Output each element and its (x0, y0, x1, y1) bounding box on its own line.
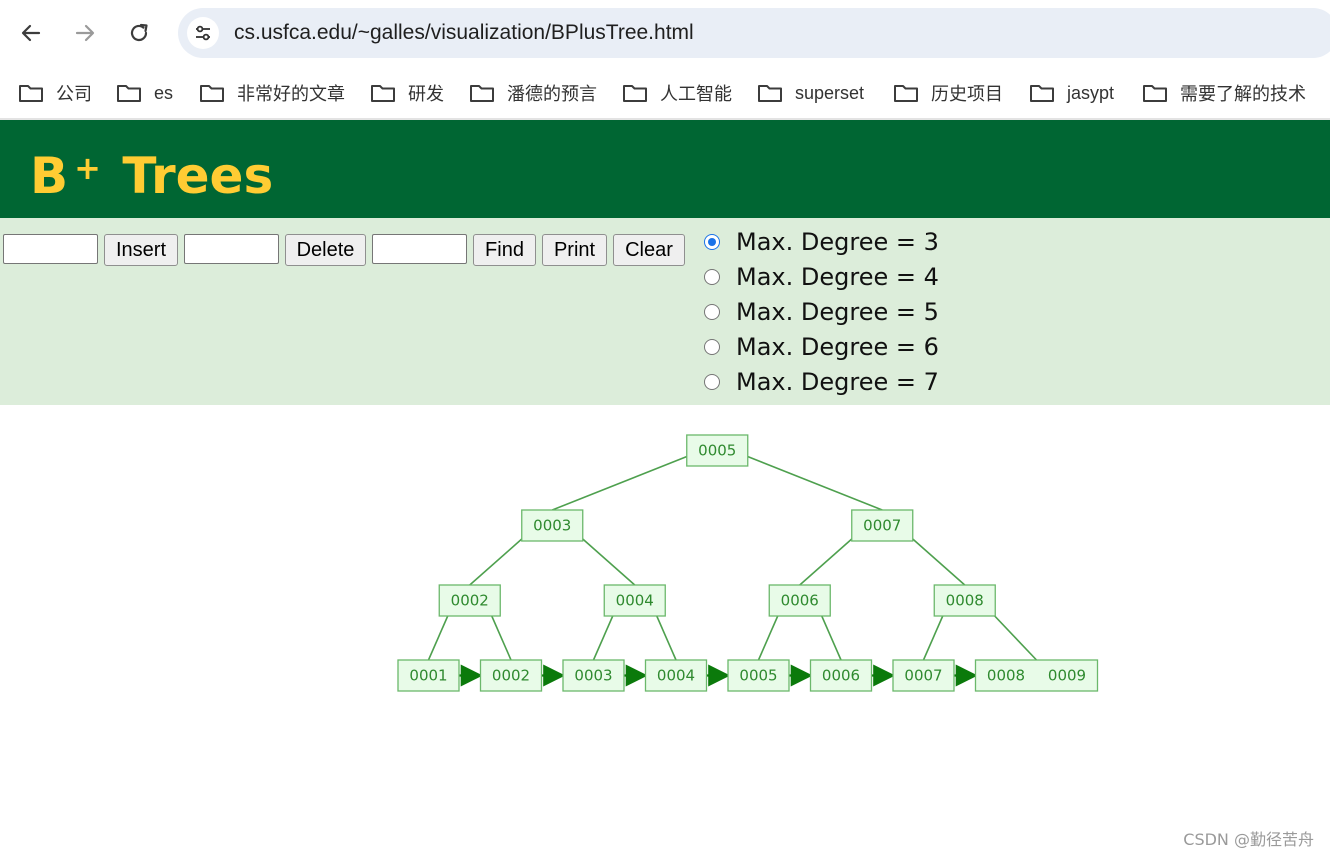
back-arrow-icon (21, 24, 41, 42)
degree-option-3[interactable]: Max. Degree = 3 (704, 226, 939, 258)
node-key: 0008 (946, 592, 984, 610)
bookmark-label: 公司 (56, 84, 92, 104)
node-key: 0007 (904, 667, 942, 685)
back-button[interactable] (12, 14, 50, 52)
bookmark-label: 研发 (408, 84, 444, 104)
title-trees: Trees (122, 147, 274, 205)
folder-icon (470, 85, 494, 102)
folder-icon (623, 85, 647, 102)
delete-button[interactable]: Delete (285, 234, 366, 266)
node-key: 0006 (781, 592, 819, 610)
bookmark-folder[interactable]: 潘德的预言 (469, 78, 597, 108)
folder-icon (19, 85, 43, 102)
address-bar[interactable]: cs.usfca.edu/~galles/visualization/BPlus… (178, 8, 1330, 58)
node-key: 0006 (822, 667, 860, 685)
folder-icon (894, 85, 918, 102)
forward-button[interactable] (66, 14, 104, 52)
bookmark-label: 历史项目 (931, 84, 1003, 104)
bookmark-folder[interactable]: es (116, 78, 173, 108)
find-input[interactable] (372, 234, 467, 264)
degree-option-7[interactable]: Max. Degree = 7 (704, 366, 939, 398)
insert-button[interactable]: Insert (104, 234, 178, 266)
bookmark-folder[interactable]: superset (757, 78, 864, 108)
insert-input[interactable] (3, 234, 98, 264)
degree-label: Max. Degree = 3 (736, 228, 939, 256)
folder-icon (371, 85, 395, 102)
page-title: B + Trees (30, 148, 273, 204)
bookmarks-bar: 公司 es 非常好的文章 研发 潘德的预言 人工智能 superset 历史项目… (0, 68, 1330, 120)
bookmark-label: superset (795, 82, 865, 103)
bookmark-label: 人工智能 (660, 84, 732, 104)
node-key: 0003 (574, 667, 612, 685)
clear-button[interactable]: Clear (613, 234, 685, 266)
node-key: 0002 (451, 592, 489, 610)
node-key: 0004 (616, 592, 654, 610)
bplus-tree-canvas: 0005 0003 0007 0002 0004 0006 0008 0001 0002 0003… (397, 434, 1099, 692)
find-button[interactable]: Find (473, 234, 536, 266)
node-key: 0004 (657, 667, 695, 685)
node-key: 0007 (863, 517, 901, 535)
degree-option-5[interactable]: Max. Degree = 5 (704, 296, 939, 328)
folder-icon (200, 85, 224, 102)
degree-radio[interactable] (704, 304, 720, 320)
bookmark-folder[interactable]: jasypt (1029, 78, 1114, 108)
url-text: cs.usfca.edu/~galles/visualization/BPlus… (234, 21, 694, 44)
bookmark-label: 潘德的预言 (507, 84, 597, 104)
bookmark-label: 非常好的文章 (237, 84, 345, 104)
tree-edge (732, 449, 883, 511)
degree-label: Max. Degree = 6 (736, 333, 939, 361)
bookmark-folder[interactable]: 研发 (370, 78, 444, 108)
folder-icon (758, 85, 782, 102)
node-key: 0001 (409, 667, 447, 685)
bookmark-folder[interactable]: 公司 (18, 78, 92, 108)
node-key: 0009 (1048, 667, 1086, 685)
folder-icon (117, 85, 141, 102)
degree-radio[interactable] (704, 234, 720, 250)
degree-label: Max. Degree = 5 (736, 298, 939, 326)
forward-arrow-icon (75, 24, 95, 42)
print-button[interactable]: Print (542, 234, 607, 266)
bookmark-folder[interactable]: 需要了解的技术 (1142, 78, 1306, 108)
degree-radio[interactable] (704, 374, 720, 390)
node-key: 0005 (698, 442, 736, 460)
folder-icon (1143, 85, 1167, 102)
site-info-button[interactable] (187, 17, 219, 49)
bookmark-folder[interactable]: 历史项目 (893, 78, 1003, 108)
reload-button[interactable] (120, 14, 158, 52)
bookmark-label: jasypt (1067, 82, 1115, 103)
tune-icon (196, 25, 210, 41)
title-plus: + (74, 149, 101, 187)
reload-icon (130, 23, 148, 42)
degree-label: Max. Degree = 7 (736, 368, 939, 396)
degree-radio[interactable] (704, 339, 720, 355)
degree-option-6[interactable]: Max. Degree = 6 (704, 331, 939, 363)
folder-icon (1030, 85, 1054, 102)
browser-toolbar: cs.usfca.edu/~galles/visualization/BPlus… (0, 0, 1330, 68)
degree-label: Max. Degree = 4 (736, 263, 939, 291)
node-key: 0008 (987, 667, 1025, 685)
degree-option-4[interactable]: Max. Degree = 4 (704, 261, 939, 293)
tree-edge (551, 449, 703, 511)
watermark: CSDN @勤径苦舟 (1183, 830, 1314, 849)
bookmark-label: 需要了解的技术 (1180, 84, 1306, 104)
bookmark-label: es (154, 82, 174, 103)
node-key: 0002 (492, 667, 530, 685)
bookmark-folder[interactable]: 非常好的文章 (199, 78, 345, 108)
bookmark-folder[interactable]: 人工智能 (622, 78, 732, 108)
node-key: 0005 (739, 667, 777, 685)
delete-input[interactable] (184, 234, 279, 264)
degree-radio[interactable] (704, 269, 720, 285)
title-b: B (30, 147, 69, 205)
node-key: 0003 (533, 517, 571, 535)
